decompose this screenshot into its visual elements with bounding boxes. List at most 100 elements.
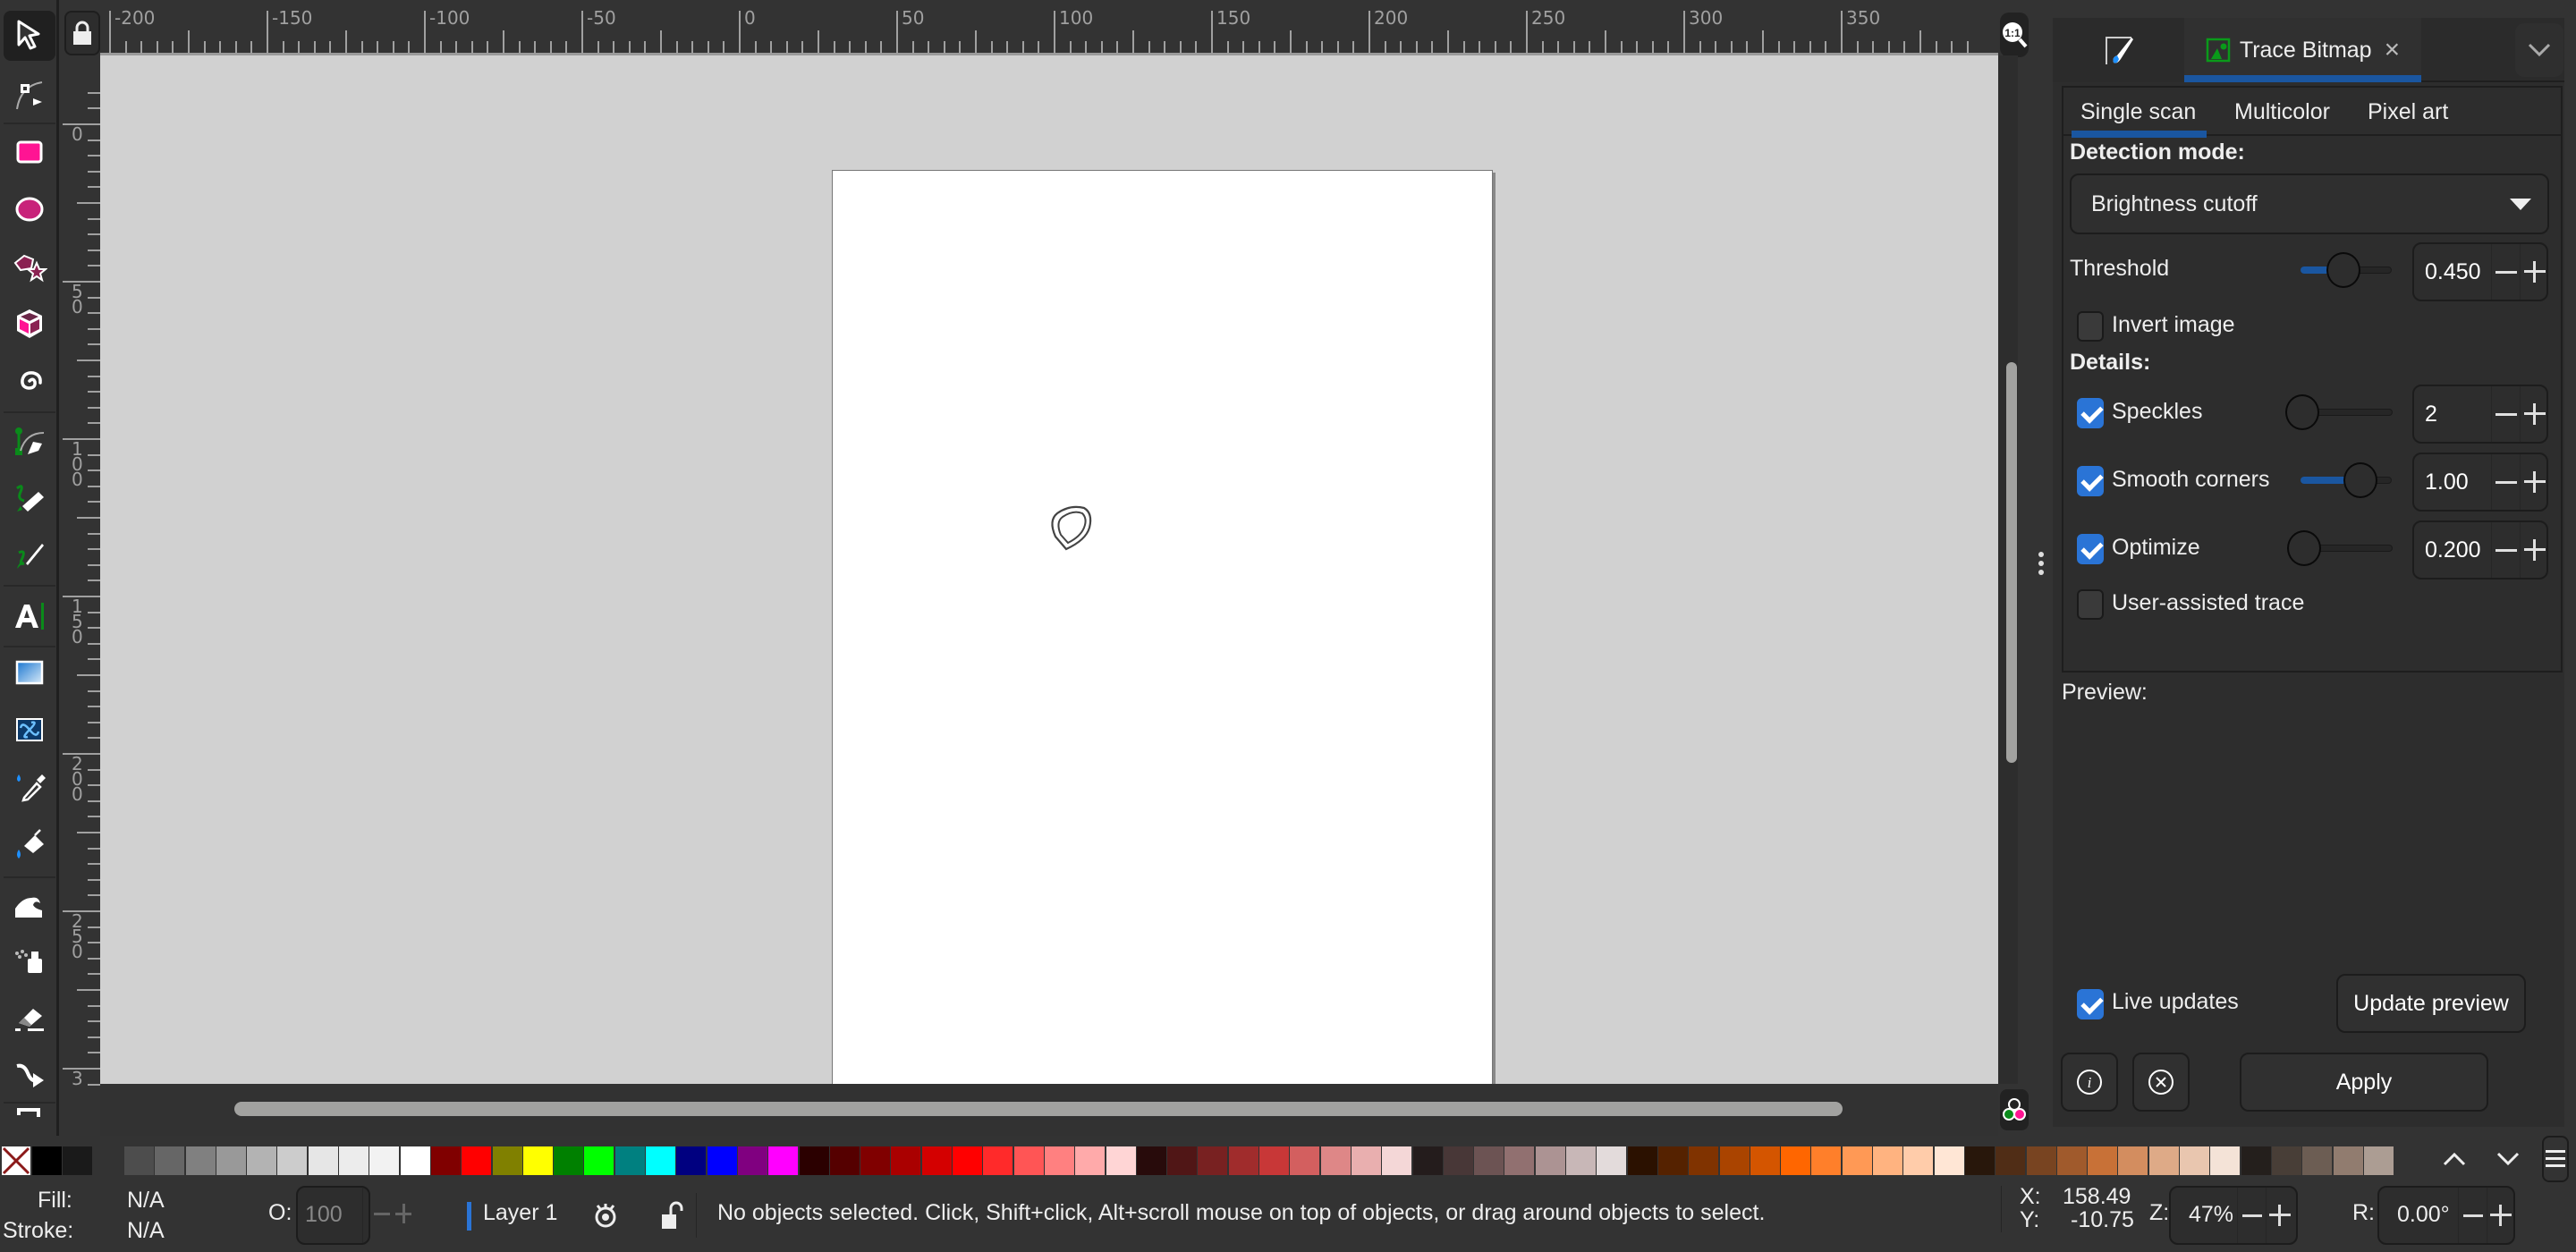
color-swatch[interactable] — [1657, 1146, 1688, 1175]
vertical-scrollbar-thumb[interactable] — [2006, 362, 2017, 763]
user-assisted-trace-checkbox[interactable] — [2077, 589, 2104, 620]
color-swatch[interactable] — [2088, 1146, 2118, 1175]
color-swatch[interactable] — [1259, 1146, 1289, 1175]
color-swatch[interactable] — [1566, 1146, 1596, 1175]
color-swatch[interactable] — [1198, 1146, 1228, 1175]
optimize-increment-button[interactable] — [2520, 522, 2548, 578]
guide-lock-button[interactable] — [64, 11, 100, 55]
color-swatch[interactable] — [614, 1146, 645, 1175]
optimize-spinbox[interactable]: 0.200 — [2412, 520, 2548, 579]
color-swatch[interactable] — [462, 1146, 492, 1175]
zoom-1to1-button[interactable]: 1:1 — [2000, 13, 2029, 57]
pen-tool[interactable] — [4, 417, 55, 467]
opacity-stepper-icons[interactable] — [372, 1198, 417, 1229]
text-tool[interactable] — [4, 590, 55, 640]
color-swatch[interactable] — [646, 1146, 675, 1175]
speckles-increment-button[interactable] — [2520, 386, 2548, 442]
color-swatch[interactable] — [1934, 1146, 1964, 1175]
color-swatch[interactable] — [737, 1146, 767, 1175]
selector-tool[interactable] — [4, 11, 55, 61]
color-swatch[interactable] — [430, 1146, 461, 1175]
color-swatch[interactable] — [93, 1146, 123, 1175]
tweak-tool[interactable] — [4, 880, 55, 930]
smooth-corners-decrement-button[interactable] — [2491, 454, 2520, 510]
fill-value[interactable]: N/A — [127, 1188, 165, 1214]
color-swatch[interactable] — [1750, 1146, 1780, 1175]
tab-close-icon[interactable]: × — [2385, 35, 2401, 65]
palette-menu-button[interactable] — [2542, 1136, 2569, 1182]
color-swatch[interactable] — [1320, 1146, 1351, 1175]
threshold-spinbox[interactable]: 0.450 — [2412, 242, 2548, 301]
color-swatch[interactable] — [584, 1146, 614, 1175]
threshold-value[interactable]: 0.450 — [2425, 244, 2481, 300]
slider-knob[interactable] — [2343, 462, 2377, 498]
color-swatch[interactable] — [247, 1146, 277, 1175]
speckles-decrement-button[interactable] — [2491, 386, 2520, 442]
optimize-checkbox[interactable] — [2077, 534, 2104, 564]
color-swatch[interactable] — [2148, 1146, 2179, 1175]
palette-scroll-up[interactable] — [2438, 1141, 2470, 1177]
color-swatch[interactable] — [2026, 1146, 2056, 1175]
color-swatch[interactable] — [32, 1146, 62, 1175]
color-swatch[interactable] — [1535, 1146, 1565, 1175]
optimize-value[interactable]: 0.200 — [2425, 522, 2481, 578]
optimize-decrement-button[interactable] — [2491, 522, 2520, 578]
color-swatch[interactable] — [1903, 1146, 1934, 1175]
color-swatch[interactable] — [2363, 1146, 2394, 1175]
color-swatch[interactable] — [123, 1146, 154, 1175]
star-polygon-tool[interactable] — [4, 241, 55, 292]
color-swatch[interactable] — [2056, 1146, 2087, 1175]
color-swatch[interactable] — [369, 1146, 400, 1175]
rotation-value[interactable]: 0.00° — [2397, 1202, 2450, 1228]
tab-multicolor[interactable]: Multicolor — [2234, 88, 2330, 136]
tab-trace-bitmap[interactable]: Trace Bitmap × — [2184, 18, 2421, 82]
color-swatch[interactable] — [1627, 1146, 1657, 1175]
detection-mode-dropdown[interactable]: Brightness cutoff — [2070, 173, 2549, 234]
speckles-slider[interactable] — [2285, 394, 2393, 430]
update-preview-button[interactable]: Update preview — [2336, 974, 2526, 1033]
color-swatch[interactable] — [2271, 1146, 2301, 1175]
rotate-ccw-button[interactable] — [2463, 1214, 2483, 1217]
color-swatch[interactable] — [1106, 1146, 1136, 1175]
opacity-spinbox[interactable]: 100 — [296, 1186, 370, 1245]
color-swatch[interactable] — [1719, 1146, 1750, 1175]
color-swatch[interactable] — [492, 1146, 522, 1175]
optimize-slider[interactable] — [2287, 530, 2393, 566]
tab-single-scan[interactable]: Single scan — [2072, 88, 2207, 138]
traced-path-object[interactable] — [1039, 494, 1111, 565]
color-swatch[interactable] — [1811, 1146, 1842, 1175]
color-swatch[interactable] — [1474, 1146, 1504, 1175]
slider-knob[interactable] — [2285, 394, 2319, 430]
color-swatch[interactable] — [707, 1146, 737, 1175]
color-swatch[interactable] — [676, 1146, 707, 1175]
about-button[interactable]: i — [2061, 1053, 2118, 1112]
color-swatch[interactable] — [1228, 1146, 1258, 1175]
dock-tabs-menu-button[interactable] — [2515, 23, 2563, 77]
threshold-increment-button[interactable] — [2520, 244, 2548, 300]
color-swatch[interactable] — [1443, 1146, 1473, 1175]
palette-scroll-down[interactable] — [2492, 1141, 2524, 1177]
color-swatch[interactable] — [1290, 1146, 1320, 1175]
slider-knob[interactable] — [2287, 530, 2321, 566]
unlock-icon[interactable] — [660, 1200, 683, 1231]
color-swatch[interactable] — [1013, 1146, 1044, 1175]
color-swatch[interactable] — [63, 1146, 93, 1175]
rotate-cw-button[interactable] — [2490, 1205, 2512, 1226]
color-swatch[interactable] — [860, 1146, 891, 1175]
color-swatch[interactable] — [1842, 1146, 1872, 1175]
color-swatch[interactable] — [2241, 1146, 2271, 1175]
current-layer-name[interactable]: Layer 1 — [483, 1200, 557, 1226]
no-paint-swatch[interactable] — [2, 1146, 30, 1175]
color-swatch[interactable] — [155, 1146, 185, 1175]
tab-fill-and-stroke[interactable] — [2053, 18, 2184, 82]
color-swatch[interactable] — [400, 1146, 430, 1175]
color-swatch[interactable] — [2180, 1146, 2209, 1175]
color-swatch[interactable] — [799, 1146, 829, 1175]
invert-image-checkbox[interactable] — [2077, 311, 2104, 342]
color-swatch[interactable] — [1044, 1146, 1074, 1175]
apply-button[interactable]: Apply — [2240, 1053, 2488, 1112]
color-swatch[interactable] — [1996, 1146, 2026, 1175]
calligraphy-tool[interactable] — [4, 529, 55, 579]
horizontal-ruler[interactable]: -200 -150 -100 -50 0 50 100 150 200 250 300 350 — [100, 7, 1998, 55]
connector-tool[interactable] — [4, 1048, 55, 1098]
